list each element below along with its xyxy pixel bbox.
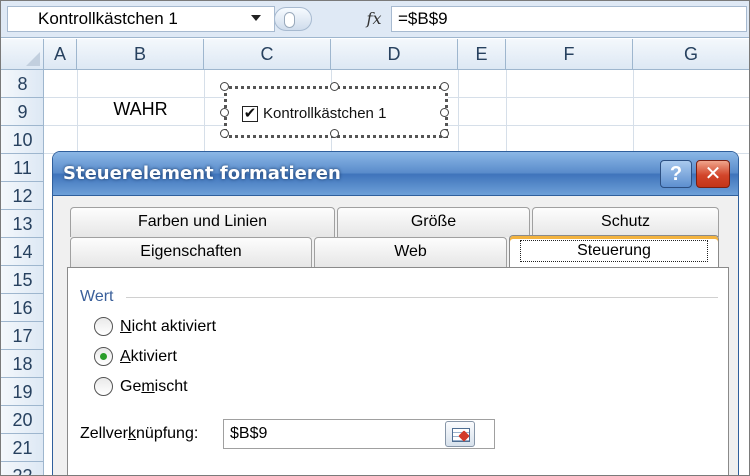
row-header-8[interactable]: 8: [1, 70, 44, 98]
radio-label: Gemischt: [120, 376, 188, 398]
row-headers: 8 9 10 11 12 13 14 15 16 17 18 19 20 21 …: [1, 70, 44, 475]
row-header-14[interactable]: 14: [1, 238, 44, 266]
range-select-icon[interactable]: [445, 421, 475, 447]
radio-button[interactable]: [94, 377, 113, 396]
column-headers: A B C D E F G: [1, 39, 749, 70]
access-key: k: [128, 425, 137, 442]
chevron-down-icon[interactable]: [251, 15, 261, 21]
column-header-b[interactable]: B: [77, 39, 204, 69]
column-header-g[interactable]: G: [633, 39, 749, 69]
resize-handle[interactable]: [440, 82, 449, 91]
column-header-c[interactable]: C: [204, 39, 331, 69]
label-rest: nüpfung:: [136, 425, 199, 442]
resize-handle[interactable]: [440, 129, 449, 138]
dialog-title: Steuerelement formatieren: [63, 163, 341, 184]
row-header-9[interactable]: 9: [1, 98, 44, 126]
group-label-wert: Wert: [80, 288, 114, 305]
help-button[interactable]: ?: [660, 160, 692, 188]
label-rest: icht aktiviert: [131, 318, 217, 335]
checkbox-checkmark-icon[interactable]: ✔: [242, 106, 258, 122]
resize-handle[interactable]: [440, 108, 449, 117]
tab-eigenschaften[interactable]: Eigenschaften: [70, 237, 312, 267]
tab-groesse[interactable]: Größe: [337, 207, 530, 237]
column-header-e[interactable]: E: [458, 39, 506, 69]
row-header-20[interactable]: 20: [1, 406, 44, 434]
label-prefix: Zellver: [80, 425, 129, 442]
tab-schutz[interactable]: Schutz: [532, 207, 719, 237]
group-divider: [126, 297, 718, 298]
tab-panel-steuerung: Wert Nicht aktiviert Aktiviert Gemischt …: [67, 267, 729, 475]
access-key: A: [120, 348, 131, 365]
column-header-d[interactable]: D: [331, 39, 458, 69]
checkbox-label: Kontrollkästchen 1: [263, 105, 387, 122]
access-key: m: [141, 378, 155, 395]
row-header-10[interactable]: 10: [1, 126, 44, 154]
row-header-12[interactable]: 12: [1, 182, 44, 210]
tab-web[interactable]: Web: [314, 237, 507, 267]
radio-button[interactable]: [94, 317, 113, 336]
row-header-13[interactable]: 13: [1, 210, 44, 238]
column-header-f[interactable]: F: [506, 39, 633, 69]
row-header-21[interactable]: 21: [1, 434, 44, 462]
tab-steuerung[interactable]: Steuerung: [509, 235, 719, 267]
resize-handle[interactable]: [220, 82, 229, 91]
dialog-title-bar[interactable]: Steuerelement formatieren ? ✕: [53, 152, 738, 196]
column-header-a[interactable]: A: [44, 39, 77, 69]
close-button[interactable]: ✕: [696, 160, 730, 188]
cell-b9[interactable]: WAHR: [77, 95, 204, 123]
label-rest: ischt: [154, 378, 188, 395]
label-rest: ktiviert: [130, 348, 177, 365]
tab-farben-und-linien[interactable]: Farben und Linien: [70, 207, 335, 237]
formula-input[interactable]: =$B$9: [391, 6, 747, 32]
excel-window: Kontrollkästchen 1 fx =$B$9 A B C D E F …: [0, 0, 750, 476]
name-box[interactable]: Kontrollkästchen 1: [7, 6, 275, 32]
row-header-11[interactable]: 11: [1, 154, 44, 182]
radio-button-checked[interactable]: [94, 347, 113, 366]
formula-bar-resize-handle[interactable]: [274, 7, 312, 31]
resize-handle[interactable]: [330, 129, 339, 138]
resize-handle[interactable]: [330, 82, 339, 91]
resize-handle[interactable]: [220, 129, 229, 138]
insert-function-icon[interactable]: fx: [361, 7, 387, 31]
checkbox-form-control[interactable]: ✔ Kontrollkästchen 1: [220, 82, 449, 138]
row-header-22[interactable]: 22: [1, 462, 44, 475]
access-key: N: [120, 318, 132, 335]
radio-label: Nicht aktiviert: [120, 316, 216, 338]
row-header-18[interactable]: 18: [1, 350, 44, 378]
cell-link-label: Zellverknüpfung:: [80, 423, 198, 445]
row-header-17[interactable]: 17: [1, 322, 44, 350]
resize-handle[interactable]: [220, 108, 229, 117]
radio-label: Aktiviert: [120, 346, 177, 368]
select-all-corner[interactable]: [1, 39, 44, 69]
formula-bar: Kontrollkästchen 1 fx =$B$9: [1, 1, 749, 38]
label-prefix: Ge: [120, 378, 142, 395]
row-header-19[interactable]: 19: [1, 378, 44, 406]
format-control-dialog: Steuerelement formatieren ? ✕ Farben und…: [52, 151, 739, 475]
tab-steuerung-label: Steuerung: [520, 240, 708, 262]
row-header-16[interactable]: 16: [1, 294, 44, 322]
row-header-15[interactable]: 15: [1, 266, 44, 294]
